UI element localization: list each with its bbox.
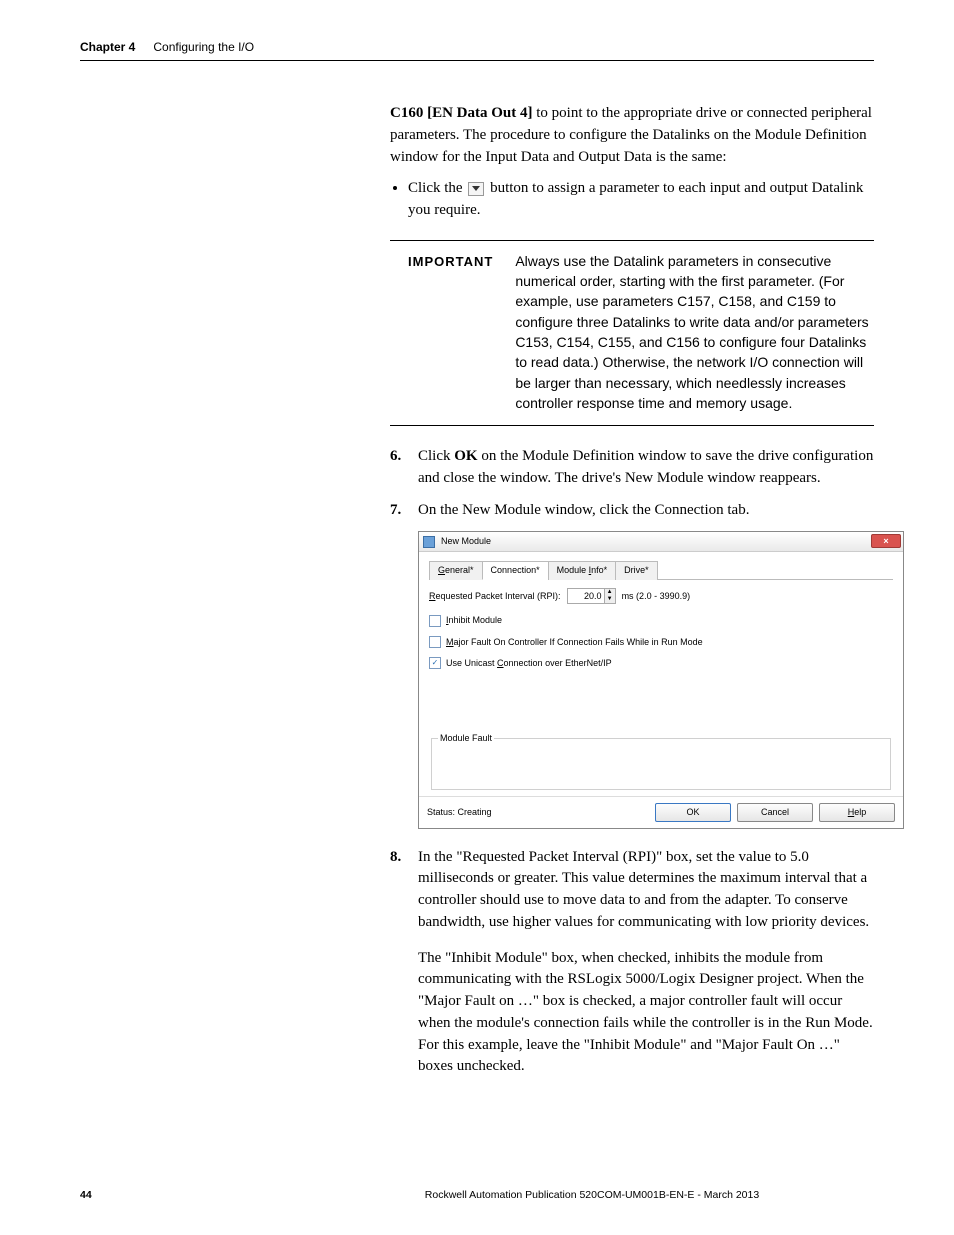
dialog-titlebar: New Module × [419,532,903,552]
important-text: Always use the Datalink parameters in co… [515,251,874,413]
dialog-title: New Module [441,535,491,548]
majorfault-checkbox[interactable] [429,636,441,648]
page-number: 44 [80,1189,310,1201]
body-content: C160 [EN Data Out 4] to point to the app… [390,61,874,1078]
step-list: Click OK on the Module Definition window… [390,446,874,1078]
close-button[interactable]: × [871,534,901,548]
rpi-down[interactable]: ▼ [605,596,615,603]
dropdown-icon [468,182,484,196]
rpi-up[interactable]: ▲ [605,589,615,596]
unicast-label: Use Unicast Connection over EtherNet/IP [446,657,612,670]
step6-ok: OK [454,448,477,464]
step6-after: on the Module Definition window to save … [418,448,873,486]
inhibit-label: Inhibit Module [446,614,502,627]
dialog-app-icon [423,536,435,548]
dialog-tabs: General* Connection* Module Info* Drive* [429,560,893,580]
intro-param: C160 [EN Data Out 4] [390,105,533,121]
step-8: In the "Requested Packet Interval (RPI)"… [390,847,874,1079]
publication-id: Rockwell Automation Publication 520COM-U… [310,1189,874,1201]
tab-general-rest: eneral* [445,565,474,575]
step7-text: On the New Module window, click the Conn… [418,502,749,518]
bullet-before: Click the [408,180,466,196]
module-fault-group: Module Fault [431,732,891,790]
step8-p2: The "Inhibit Module" box, when checked, … [418,948,874,1079]
ok-button[interactable]: OK [655,803,731,822]
cancel-button[interactable]: Cancel [737,803,813,822]
module-fault-legend: Module Fault [438,732,494,745]
tab-connection[interactable]: Connection* [482,561,549,580]
step-7: On the New Module window, click the Conn… [390,500,874,829]
bullet-item: Click the button to assign a parameter t… [408,178,874,222]
bullet-list: Click the button to assign a parameter t… [390,178,874,222]
dialog-footer: Status: Creating OK Cancel Help [419,796,903,828]
inhibit-checkbox[interactable] [429,615,441,627]
rpi-spinner[interactable]: ▲ ▼ [567,588,616,604]
rpi-input[interactable] [568,589,604,603]
important-label: IMPORTANT [390,251,493,272]
unicast-row: ✓ Use Unicast Connection over EtherNet/I… [429,657,893,670]
step-6: Click OK on the Module Definition window… [390,446,874,490]
chapter-label: Chapter 4 [80,40,135,54]
rpi-label: Requested Packet Interval (RPI): [429,590,561,603]
step8-p1: In the "Requested Packet Interval (RPI)"… [418,847,874,934]
majorfault-row: Major Fault On Controller If Connection … [429,636,893,649]
step6-before: Click [418,448,454,464]
intro-paragraph: C160 [EN Data Out 4] to point to the app… [390,103,874,168]
rpi-row: Requested Packet Interval (RPI): ▲ ▼ ms … [429,588,893,604]
page-footer: 44 Rockwell Automation Publication 520CO… [80,1189,874,1201]
tab-module-info[interactable]: Module Info* [548,561,617,580]
inhibit-row: Inhibit Module [429,614,893,627]
majorfault-label: Major Fault On Controller If Connection … [446,636,703,649]
rpi-range: ms (2.0 - 3990.9) [622,590,691,603]
help-button[interactable]: Help [819,803,895,822]
tab-general[interactable]: General* [429,561,483,580]
unicast-checkbox[interactable]: ✓ [429,657,441,669]
important-callout: IMPORTANT Always use the Datalink parame… [390,240,874,426]
chapter-title: Configuring the I/O [153,40,254,54]
dialog-status: Status: Creating [427,806,649,819]
tab-drive[interactable]: Drive* [615,561,658,580]
page-header: Chapter 4 Configuring the I/O [0,0,954,60]
new-module-dialog: New Module × General* Connection* Module… [418,531,904,828]
